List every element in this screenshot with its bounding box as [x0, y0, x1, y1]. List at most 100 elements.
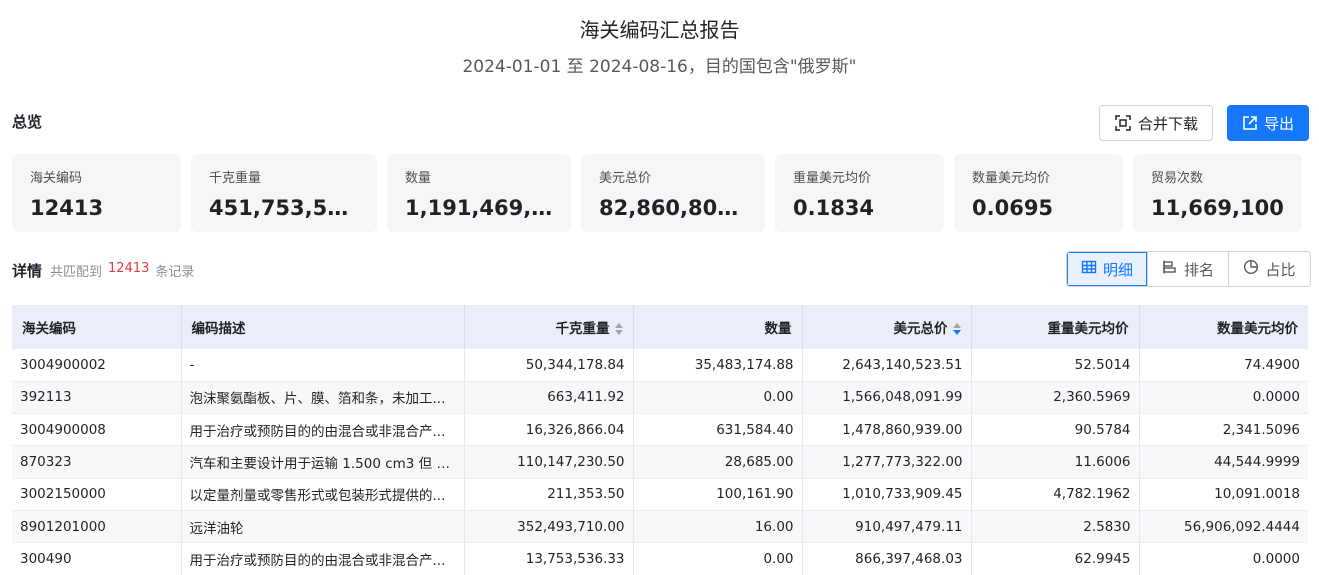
usd-total-cell: 866,397,468.03	[802, 542, 972, 575]
col-description: 编码描述	[181, 305, 465, 349]
quantity-usd-avg-cell: 0.0000	[1139, 542, 1308, 575]
export-button[interactable]: 导出	[1227, 105, 1309, 141]
usd-total-cell: 910,497,479.11	[802, 510, 972, 544]
quantity-cell: 100,161.90	[633, 478, 803, 511]
detail-table: 海关编码 编码描述 千克重量 数量 美元总价 重量美元均价 数量美元均价 300…	[12, 305, 1308, 575]
weight-usd-avg-cell: 11.6006	[971, 445, 1140, 479]
hs-code-cell: 392113	[12, 381, 182, 415]
merge-download-button[interactable]: 合并下载	[1099, 105, 1213, 141]
tab-label: 排名	[1183, 260, 1214, 279]
card-label: 美元总价	[599, 171, 652, 186]
description-cell: -	[181, 349, 465, 382]
column-header: 重量美元均价	[1047, 321, 1129, 337]
sort-icon[interactable]	[614, 323, 623, 335]
usd-total-cell: 1,566,048,091.99	[802, 381, 972, 415]
column-header: 千克重量	[555, 321, 610, 337]
hs-code-cell: 3004900002	[12, 349, 182, 382]
card-value: 12413	[30, 196, 104, 220]
match-prefix: 共匹配到	[50, 265, 103, 280]
details-title: 详情	[12, 262, 43, 280]
card-trade-count: 贸易次数 11,669,100	[1133, 154, 1302, 232]
column-header: 数量	[764, 321, 792, 337]
card-hs-code: 海关编码 12413	[12, 154, 181, 232]
description-cell: 以定量剂量或零售形式或包装形式提供的...	[181, 478, 465, 511]
quantity-usd-avg-cell: 56,906,092.4444	[1139, 510, 1308, 544]
weight-cell: 352,493,710.00	[464, 510, 634, 544]
hs-code-cell: 300490	[12, 542, 182, 575]
description-cell: 用于治疗或预防目的的由混合或非混合产...	[181, 542, 465, 575]
col-weight-usd-avg: 重量美元均价	[971, 305, 1140, 349]
column-header: 海关编码	[22, 321, 76, 337]
quantity-usd-avg-cell: 44,544.9999	[1139, 445, 1308, 479]
quantity-cell: 631,584.40	[633, 413, 803, 447]
column-header: 美元总价	[893, 321, 948, 337]
ranking-icon	[1162, 259, 1178, 279]
weight-cell: 110,147,230.50	[464, 445, 634, 479]
card-value: 82,860,800,...	[599, 196, 747, 220]
table-row[interactable]: 3004900008 用于治疗或预防目的的由混合或非混合产... 16,326,86…	[12, 413, 1308, 447]
usd-total-cell: 1,478,860,939.00	[802, 413, 972, 447]
weight-usd-avg-cell: 62.9945	[971, 542, 1140, 575]
card-quantity-usd-avg: 数量美元均价 0.0695	[954, 154, 1123, 232]
card-quantity: 数量 1,191,469,0...	[387, 154, 571, 232]
weight-cell: 663,411.92	[464, 381, 634, 415]
column-header: 数量美元均价	[1217, 321, 1298, 337]
report-subtitle: 2024-01-01 至 2024-08-16，目的国包含"俄罗斯"	[462, 57, 857, 77]
weight-cell: 211,353.50	[464, 478, 634, 511]
weight-cell: 50,344,178.84	[464, 349, 634, 382]
quantity-usd-avg-cell: 74.4900	[1139, 349, 1308, 382]
usd-total-cell: 1,277,773,322.00	[802, 445, 972, 479]
details-header: 详情 共匹配到 12413 条记录	[12, 260, 194, 281]
view-switcher: 明细 排名 占比	[1066, 251, 1311, 287]
quantity-usd-avg-cell: 2,341.5096	[1139, 413, 1308, 447]
card-value: 11,669,100	[1151, 196, 1284, 220]
card-label: 贸易次数	[1151, 171, 1204, 186]
overview-title: 总览	[12, 113, 43, 131]
merge-icon	[1114, 114, 1132, 132]
table-row[interactable]: 392113 泡沫聚氨酯板、片、膜、箔和条，未加工... 663,411.92 0.0…	[12, 381, 1308, 415]
col-hs-code: 海关编码	[12, 305, 182, 349]
quantity-cell: 16.00	[633, 510, 803, 544]
card-label: 重量美元均价	[793, 171, 872, 186]
quantity-usd-avg-cell: 10,091.0018	[1139, 478, 1308, 511]
weight-cell: 13,753,536.33	[464, 542, 634, 575]
description-cell: 泡沫聚氨酯板、片、膜、箔和条，未加工...	[181, 381, 465, 415]
card-label: 数量美元均价	[972, 171, 1051, 186]
hs-code-cell: 3002150000	[12, 478, 182, 511]
table-row[interactable]: 300490 用于治疗或预防目的的由混合或非混合产... 13,753,536.33…	[12, 542, 1308, 575]
report-title: 海关编码汇总报告	[579, 18, 740, 42]
col-quantity-usd-avg: 数量美元均价	[1139, 305, 1308, 349]
description-cell: 远洋油轮	[181, 510, 465, 544]
card-usd-total: 美元总价 82,860,800,...	[581, 154, 765, 232]
table-row[interactable]: 3002150000 以定量剂量或零售形式或包装形式提供的... 211,353.5…	[12, 478, 1308, 511]
description-cell: 汽车和主要设计用于运输 1.500 cm3 但 <...	[181, 445, 465, 479]
weight-usd-avg-cell: 90.5784	[971, 413, 1140, 447]
table-row[interactable]: 8901201000 远洋油轮 352,493,710.00 16.00 910,497…	[12, 510, 1308, 544]
card-value: 0.0695	[972, 196, 1054, 220]
export-icon	[1242, 115, 1258, 131]
card-weight-kg: 千克重量 451,753,504...	[191, 154, 377, 232]
tab-proportion[interactable]: 占比	[1229, 252, 1310, 286]
weight-usd-avg-cell: 2,360.5969	[971, 381, 1140, 415]
weight-usd-avg-cell: 52.5014	[971, 349, 1140, 382]
quantity-cell: 35,483,174.88	[633, 349, 803, 382]
weight-cell: 16,326,866.04	[464, 413, 634, 447]
hs-code-cell: 870323	[12, 445, 182, 479]
col-usd-total[interactable]: 美元总价	[802, 305, 972, 349]
quantity-cell: 0.00	[633, 381, 803, 415]
merge-download-label: 合并下载	[1137, 114, 1198, 133]
quantity-cell: 0.00	[633, 542, 803, 575]
quantity-cell: 28,685.00	[633, 445, 803, 479]
table-header-row: 海关编码 编码描述 千克重量 数量 美元总价 重量美元均价 数量美元均价	[12, 305, 1308, 349]
pie-chart-icon	[1243, 259, 1259, 279]
card-value: 0.1834	[793, 196, 875, 220]
hs-code-cell: 8901201000	[12, 510, 182, 544]
sort-descending-icon[interactable]	[952, 323, 961, 335]
table-row[interactable]: 870323 汽车和主要设计用于运输 1.500 cm3 但 <... 110,14…	[12, 445, 1308, 479]
card-weight-usd-avg: 重量美元均价 0.1834	[775, 154, 944, 232]
match-count: 12413	[108, 261, 150, 276]
tab-detail[interactable]: 明细	[1067, 252, 1148, 286]
tab-ranking[interactable]: 排名	[1148, 252, 1229, 286]
col-weight[interactable]: 千克重量	[464, 305, 634, 349]
table-row[interactable]: 3004900002-50,344,178.84 35,483,174.88 2,6…	[12, 349, 1308, 382]
